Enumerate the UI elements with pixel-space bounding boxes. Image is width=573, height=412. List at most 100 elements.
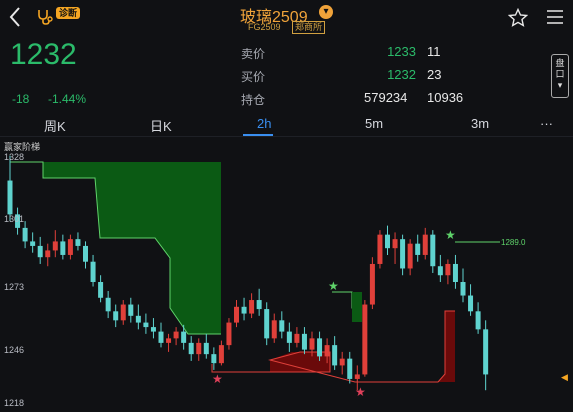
candle-up [120,304,126,321]
y-tick-label: 1246 [4,345,25,355]
candle-up [369,263,375,305]
header-bar: 诊断 玻璃2509 ▾ FG2509 郑商所 [0,0,573,36]
chevron-down-icon[interactable]: ▾ [319,5,333,19]
open-interest-label: 持仓 [241,93,266,107]
candle-down [279,320,285,332]
candle-down [211,354,217,364]
candle-down [30,241,36,246]
candle-up [249,300,255,314]
candle-up [422,234,428,255]
ladder-layer [10,161,500,383]
ladder-red-fill-2 [438,311,455,382]
tab-3m[interactable]: 3m [471,116,489,131]
candle-down [430,234,436,267]
candle-down [128,304,134,316]
tab-daily[interactable]: 日K [150,116,172,135]
candle-down [143,322,149,328]
bid-volume: 23 [427,67,442,82]
candle-down [468,295,474,312]
buy-star-icon: ★ [355,385,366,399]
tab-weekly[interactable]: 周K [44,116,66,135]
order-book-tab-label: 盘口 [555,58,565,79]
candle-down [7,180,13,215]
ladder-green-fill-2 [352,292,362,322]
candle-up [445,263,451,276]
candle-up [52,241,58,251]
candle-up [271,320,277,339]
tab-5m[interactable]: 5m [365,116,383,131]
sell-star-icon: ★ [445,228,456,242]
tab-2h[interactable]: 2h [257,116,271,131]
candle-down [256,300,262,310]
y-tick-label: 1328 [4,152,25,162]
bid-price: 1232 [387,67,416,82]
candle-up [196,342,202,355]
candle-up [234,306,239,323]
sell-star-icon: ★ [328,279,339,293]
candle-up [362,304,368,375]
candle-down [475,311,481,330]
candle-down [415,243,421,255]
candle-down [347,358,353,379]
candle-down [483,329,489,375]
active-tab-indicator [243,134,273,136]
candle-up [67,239,73,255]
candle-down [332,345,338,366]
y-tick-label: 1301 [4,214,25,224]
exchange-tag: 郑商所 [292,21,326,34]
candle-up [173,331,179,339]
candle-down [37,245,43,258]
candle-up [166,338,172,343]
candle-down [150,327,156,332]
more-tabs-icon[interactable]: ··· [540,116,553,131]
last-price: 1232 [10,38,77,71]
candle-down [301,333,307,350]
candle-up [309,338,315,350]
candle-up [218,345,224,364]
candle-down [113,311,119,321]
candle-up [226,322,232,346]
y-tick-label: 1218 [4,398,25,408]
back-arrow-icon[interactable] [8,6,28,30]
candle-down [400,239,406,269]
candle-down [460,282,466,296]
candle-up [45,250,51,258]
candle-down [75,239,81,246]
candle-down [286,331,292,343]
star-outline-icon[interactable] [507,7,529,28]
bid-label: 买价 [241,70,266,84]
order-book-tab[interactable]: 盘口 ▾ [551,54,569,98]
candle-down [385,234,390,249]
candle-down [181,331,187,343]
candles-layer [7,155,489,391]
ask-volume: 11 [427,44,441,59]
price-change: -18 [12,92,30,106]
target-value-label: 1289.0 [501,238,526,247]
candle-up [392,239,398,249]
candle-down [264,309,270,339]
open-interest-change: 10936 [427,90,464,105]
stethoscope-icon[interactable] [36,8,56,26]
y-tick-label: 1273 [4,282,25,292]
candle-up [324,345,330,357]
diagnose-badge[interactable]: 诊断 [56,7,81,19]
candle-up [339,358,345,366]
candle-down [98,282,104,298]
candle-up [377,234,383,264]
candle-up [294,333,300,343]
candle-down [135,315,141,323]
candle-down [437,266,443,276]
candle-down [105,297,111,312]
candlestick-chart[interactable]: ★ ★ ★ ★ 1289.0 ◀ [0,138,573,412]
contract-code: FG2509 [248,22,281,32]
buy-star-icon: ★ [212,372,223,386]
hamburger-menu-icon[interactable] [546,9,564,25]
candle-down [83,245,88,262]
candle-up [407,243,413,269]
current-price-marker-icon: ◀ [561,372,568,382]
candle-up [354,374,360,379]
candle-down [317,338,323,357]
candle-down [22,227,28,242]
candle-down [188,342,194,355]
candle-down [203,342,209,355]
